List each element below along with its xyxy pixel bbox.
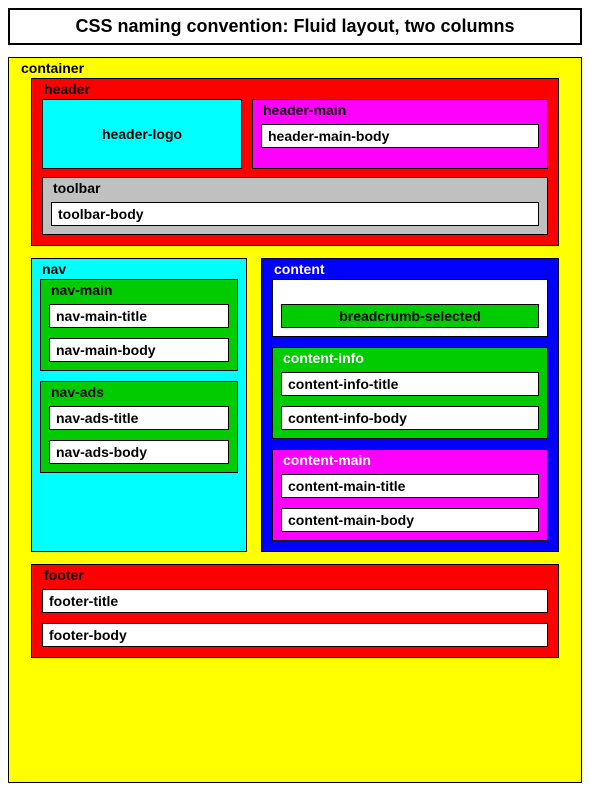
content-info-title: content-info-title (281, 372, 539, 396)
breadcrumb: breadcrumb breadcrumb-selected (272, 279, 548, 337)
content-info-body: content-info-body (281, 406, 539, 430)
content-info: content-info content-info-title content-… (272, 347, 548, 439)
toolbar-body: toolbar-body (51, 202, 539, 226)
breadcrumb-label: breadcrumb (281, 282, 539, 300)
nav-ads: nav-ads nav-ads-title nav-ads-body (40, 381, 238, 473)
nav-ads-label: nav-ads (49, 384, 229, 402)
breadcrumb-selected: breadcrumb-selected (281, 304, 539, 328)
content-main-title: content-main-title (281, 474, 539, 498)
content-main-body: content-main-body (281, 508, 539, 532)
footer-label: footer (42, 567, 548, 585)
nav-main: nav-main nav-main-title nav-main-body (40, 279, 238, 371)
nav-ads-body: nav-ads-body (49, 440, 229, 464)
toolbar: toolbar toolbar-body (42, 177, 548, 235)
header-main-body: header-main-body (261, 124, 539, 148)
header: header header-logo header-main header-ma… (31, 78, 559, 246)
nav-ads-title: nav-ads-title (49, 406, 229, 430)
content-label: content (272, 261, 548, 279)
header-main-label: header-main (261, 102, 539, 120)
nav-label: nav (40, 261, 238, 279)
toolbar-label: toolbar (51, 180, 539, 198)
footer: footer footer-title footer-body (31, 564, 559, 658)
nav-main-body: nav-main-body (49, 338, 229, 362)
content-main: content-main content-main-title content-… (272, 449, 548, 541)
diagram-title: CSS naming convention: Fluid layout, two… (8, 8, 582, 45)
nav: nav nav-main nav-main-title nav-main-bod… (31, 258, 247, 552)
header-logo-label: header-logo (102, 126, 182, 142)
container: container header header-logo header-main… (8, 57, 582, 783)
nav-main-label: nav-main (49, 282, 229, 300)
content-info-label: content-info (281, 350, 539, 368)
container-label: container (19, 60, 571, 78)
content: content breadcrumb breadcrumb-selected c… (261, 258, 559, 552)
nav-main-title: nav-main-title (49, 304, 229, 328)
footer-title: footer-title (42, 589, 548, 613)
header-main: header-main header-main-body (252, 99, 548, 169)
header-logo: header-logo (42, 99, 242, 169)
footer-body: footer-body (42, 623, 548, 647)
content-main-label: content-main (281, 452, 539, 470)
header-label: header (42, 81, 548, 99)
